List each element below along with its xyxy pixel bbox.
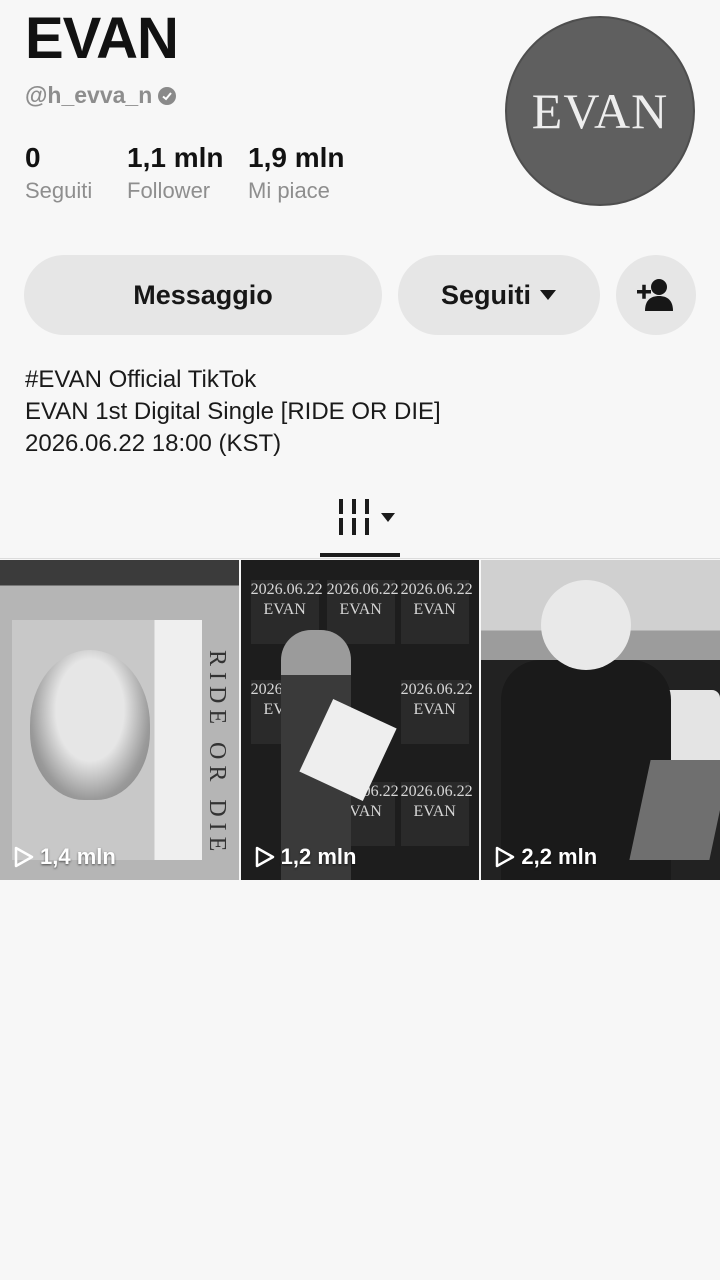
following-button[interactable]: Seguiti — [398, 255, 600, 335]
bio-line-3: 2026.06.22 18:00 (KST) — [25, 430, 282, 457]
add-friend-icon — [637, 279, 673, 311]
caret-down-icon — [381, 512, 395, 522]
stat-followers[interactable]: 1,1 mln Follower — [127, 142, 248, 204]
following-button-label: Seguiti — [440, 279, 531, 310]
message-button[interactable]: Messaggio — [24, 255, 382, 335]
tab-videos-grid[interactable] — [337, 499, 395, 535]
avatar[interactable]: EVAN — [505, 16, 695, 206]
stat-following-value: 0 — [25, 142, 41, 173]
poster-text: RIDE OR DIE — [204, 650, 230, 858]
verified-badge-icon — [158, 86, 177, 105]
view-count: 1,2 mln — [255, 844, 357, 870]
profile-handle: @h_evva_n — [25, 82, 177, 109]
poster-cell: 2026.06.22EVAN — [400, 680, 473, 744]
stat-likes[interactable]: 1,9 mln Mi piace — [248, 142, 344, 204]
profile-page: EVAN @h_evva_n EVAN 0 Seguiti 1,1 mln Fo… — [0, 0, 720, 1280]
video-grid: RIDE OR DIE 1,4 mln 2026.06.22 EVAN 2026.… — [0, 560, 720, 880]
view-count-value: 2,2 mln — [521, 844, 598, 869]
view-count-value: 1,2 mln — [280, 844, 357, 869]
video-tile[interactable]: RIDE OR DIE 1,4 mln — [0, 560, 239, 880]
play-icon — [496, 846, 515, 868]
profile-stats: 0 Seguiti 1,1 mln Follower 1,9 mln Mi pi… — [25, 142, 344, 204]
tab-active-indicator — [320, 553, 400, 557]
video-tile[interactable]: 2,2 mln — [481, 560, 720, 880]
grid-view-icon — [337, 499, 371, 535]
avatar-logo-text: EVAN — [531, 83, 669, 139]
play-icon — [14, 846, 34, 868]
poster-cell: 2026.06.22EVAN — [400, 782, 473, 846]
play-icon — [255, 846, 274, 868]
view-count-value: 1,4 mln — [40, 844, 116, 869]
stat-following-label: Seguiti — [25, 178, 93, 203]
view-count: 1,4 mln — [14, 844, 116, 870]
video-thumbnail-face — [30, 650, 150, 800]
poster-cell: 2026.06.22EVAN — [400, 580, 473, 644]
bio-line-1: #EVAN Official TikTok — [25, 366, 257, 393]
video-thumbnail-head — [541, 580, 632, 670]
profile-name: EVAN — [25, 6, 179, 71]
video-tile[interactable]: 2026.06.22 EVAN 2026.06.22 EVAN 2026.06.22… — [240, 560, 480, 880]
stat-following[interactable]: 0 Seguiti — [25, 142, 127, 204]
bio: #EVAN Official TikTok EVAN 1st Digital S… — [25, 364, 441, 460]
stat-followers-label: Follower — [127, 178, 211, 203]
add-friend-button[interactable] — [616, 255, 696, 335]
caret-down-icon — [540, 290, 556, 300]
bio-line-2: EVAN 1st Digital Single [RIDE OR DIE] — [25, 398, 441, 425]
message-button-label: Messaggio — [133, 279, 273, 310]
divider — [0, 558, 720, 559]
stat-followers-value: 1,1 mln — [127, 142, 224, 173]
stat-likes-value: 1,9 mln — [248, 142, 345, 173]
stat-likes-label: Mi piace — [248, 178, 330, 203]
handle-text: @h_evva_n — [25, 82, 153, 108]
view-count: 2,2 mln — [495, 844, 597, 870]
